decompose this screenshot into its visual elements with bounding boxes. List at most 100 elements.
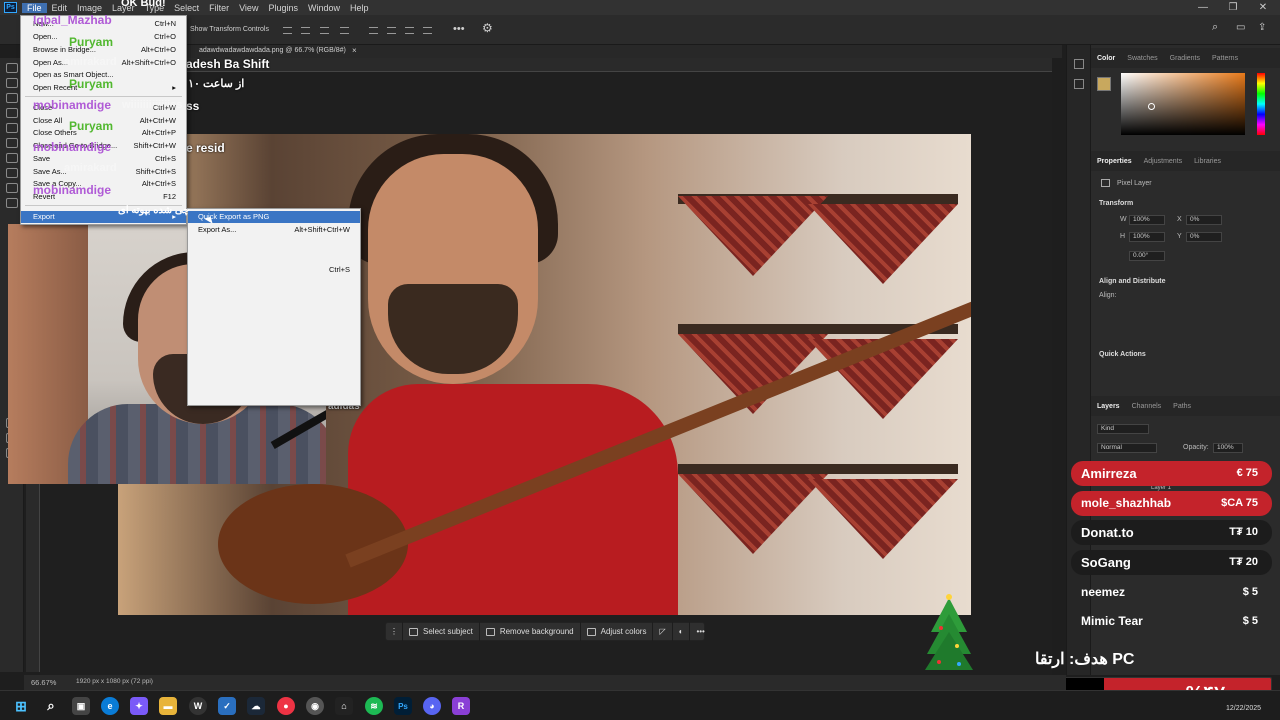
document-size: 1920 px x 1080 px (72 ppi): [76, 678, 153, 685]
stamp-tool-icon[interactable]: [6, 198, 18, 208]
select-subject-button[interactable]: Select subject: [403, 622, 480, 641]
file-explorer-icon[interactable]: ▬: [159, 697, 177, 715]
tab-swatches[interactable]: Swatches: [1121, 55, 1163, 62]
tab-gradients[interactable]: Gradients: [1164, 55, 1206, 62]
donation-amount: $ 5: [1242, 615, 1258, 627]
obs-icon[interactable]: ◉: [306, 697, 324, 715]
menu-item-export-save[interactable]: Ctrl+S: [188, 264, 360, 276]
menu-window[interactable]: Window: [303, 3, 345, 13]
distribute-center-icon[interactable]: [387, 27, 396, 34]
foreground-color-swatch[interactable]: [1097, 77, 1111, 91]
capcut-icon[interactable]: ⌂: [335, 697, 353, 715]
align-top-icon[interactable]: [340, 27, 349, 34]
close-tab-icon[interactable]: ×: [352, 46, 357, 55]
align-center-icon[interactable]: [301, 27, 310, 34]
tab-layers[interactable]: Layers: [1091, 403, 1126, 410]
menu-filter[interactable]: Filter: [204, 3, 234, 13]
quick-actions-section-title[interactable]: Quick Actions: [1099, 351, 1146, 358]
color-picker-handle[interactable]: [1148, 103, 1155, 110]
menu-image[interactable]: Image: [72, 3, 107, 13]
menu-item-export-as[interactable]: Export As... Alt+Shift+Ctrl+W: [188, 224, 360, 236]
photoshop-logo-icon[interactable]: Ps: [4, 2, 17, 13]
tab-color[interactable]: Color: [1091, 55, 1121, 62]
align-right-icon[interactable]: [320, 27, 329, 34]
comments-icon[interactable]: [1074, 79, 1084, 89]
tab-paths[interactable]: Paths: [1167, 403, 1197, 410]
hue-slider[interactable]: [1257, 73, 1265, 135]
chat-message: OK Bud!: [121, 0, 166, 9]
remove-background-button[interactable]: Remove background: [480, 622, 581, 641]
menu-select[interactable]: Select: [169, 3, 204, 13]
search-icon[interactable]: ⌕: [1212, 21, 1218, 34]
donor-name: Amirreza: [1081, 466, 1137, 481]
angle-field[interactable]: 0.00°: [1129, 251, 1165, 261]
magic-wand-tool-icon[interactable]: [6, 108, 18, 118]
height-field[interactable]: 100%: [1129, 232, 1165, 242]
close-window-icon[interactable]: ✕: [1248, 0, 1278, 15]
menu-help[interactable]: Help: [345, 3, 374, 13]
more-icon[interactable]: •••: [690, 622, 710, 641]
r-app-icon[interactable]: R: [452, 697, 470, 715]
chat-username: mobinamdige: [33, 183, 112, 197]
layer-kind-filter[interactable]: Kind: [1097, 424, 1149, 434]
y-field[interactable]: 0%: [1186, 232, 1222, 242]
task-view-icon[interactable]: ▣: [72, 697, 90, 715]
start-icon[interactable]: ⊞: [12, 697, 30, 715]
taskbar-date[interactable]: 12/22/2025: [1226, 705, 1261, 712]
edge-icon[interactable]: e: [101, 697, 119, 715]
drag-handle-icon[interactable]: ⋮: [386, 622, 403, 641]
color-picker-field[interactable]: [1121, 73, 1245, 135]
search-icon[interactable]: ⌕: [42, 697, 60, 715]
width-field[interactable]: 100%: [1129, 215, 1165, 225]
steam-icon[interactable]: ☁: [247, 697, 265, 715]
discord-icon[interactable]: ◕: [423, 697, 441, 715]
tab-patterns[interactable]: Patterns: [1206, 55, 1244, 62]
menu-file[interactable]: File: [22, 2, 47, 13]
x-field[interactable]: 0%: [1186, 215, 1222, 225]
photoshop-taskbar-icon[interactable]: Ps: [394, 697, 412, 715]
vscode-icon[interactable]: ✓: [218, 697, 236, 715]
distribute-top-icon[interactable]: [423, 27, 432, 34]
transform-icon[interactable]: ◸: [653, 622, 673, 641]
minimize-icon[interactable]: —: [1188, 0, 1218, 15]
zoom-level[interactable]: 66.67%: [31, 678, 56, 687]
lasso-tool-icon[interactable]: [6, 93, 18, 103]
tab-adjustments[interactable]: Adjustments: [1138, 158, 1189, 165]
mask-icon[interactable]: ◐: [673, 622, 691, 641]
menu-view[interactable]: View: [234, 3, 263, 13]
share-icon[interactable]: ⇪: [1258, 22, 1266, 33]
document-tab[interactable]: adawdwadawdawdada.png @ 66.7% (RGB/8#): [199, 47, 346, 54]
adjust-colors-button[interactable]: Adjust colors: [581, 622, 654, 641]
opacity-field[interactable]: 100%: [1213, 443, 1243, 453]
eyedropper-tool-icon[interactable]: [6, 153, 18, 163]
rug: [678, 474, 828, 554]
distribute-right-icon[interactable]: [405, 27, 414, 34]
workspace-icon[interactable]: ▭: [1236, 22, 1245, 33]
transform-section-title[interactable]: Transform: [1099, 200, 1133, 207]
spotify-icon[interactable]: ≋: [365, 697, 383, 715]
frame-tool-icon[interactable]: [6, 138, 18, 148]
healing-brush-tool-icon[interactable]: [6, 168, 18, 178]
blend-mode-select[interactable]: Normal: [1097, 443, 1157, 453]
gear-icon[interactable]: ⚙: [482, 21, 493, 35]
menu-edit[interactable]: Edit: [47, 3, 73, 13]
crop-tool-icon[interactable]: [6, 123, 18, 133]
tab-libraries[interactable]: Libraries: [1188, 158, 1227, 165]
chrome-icon[interactable]: ●: [277, 697, 295, 715]
goal-label: هدف: ارتقا PC: [1035, 651, 1135, 668]
distribute-left-icon[interactable]: [369, 27, 378, 34]
marquee-tool-icon[interactable]: [6, 78, 18, 88]
brush-tool-icon[interactable]: [6, 183, 18, 193]
align-distribute-section-title[interactable]: Align and Distribute: [1099, 278, 1166, 285]
menu-plugins[interactable]: Plugins: [263, 3, 303, 13]
move-tool-icon[interactable]: [6, 63, 18, 73]
copilot-icon[interactable]: ✦: [130, 697, 148, 715]
show-transform-controls-label[interactable]: Show Transform Controls: [190, 26, 269, 33]
history-icon[interactable]: [1074, 59, 1084, 69]
more-options-icon[interactable]: •••: [453, 23, 465, 35]
maximize-icon[interactable]: ❐: [1218, 0, 1248, 15]
tab-channels[interactable]: Channels: [1126, 403, 1168, 410]
wordpad-icon[interactable]: W: [189, 697, 207, 715]
tab-properties[interactable]: Properties: [1091, 158, 1138, 165]
align-left-icon[interactable]: [283, 27, 292, 34]
